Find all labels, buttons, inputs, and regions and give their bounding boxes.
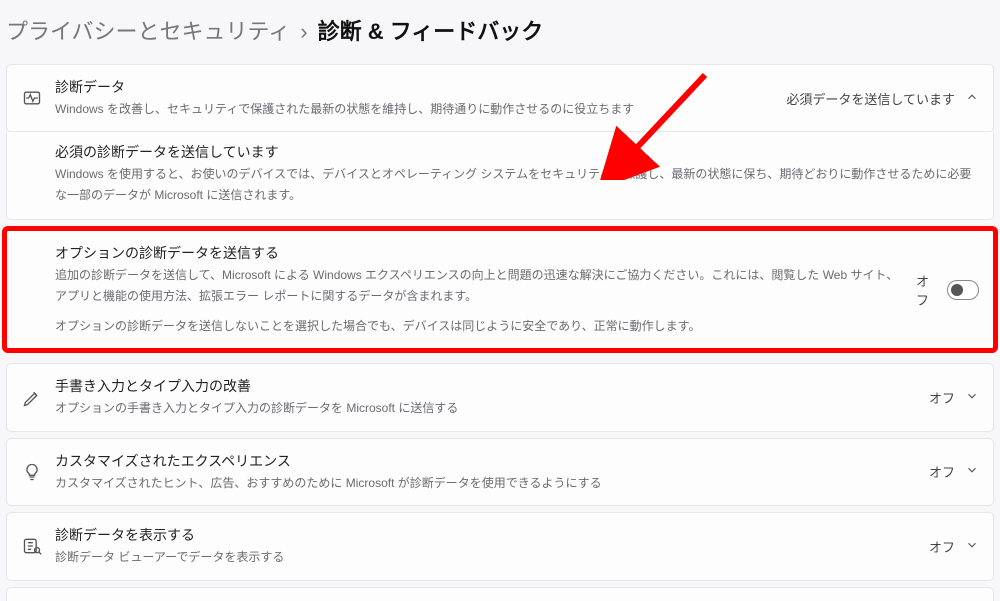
inking-title: 手書き入力とタイプ入力の改善 — [55, 376, 917, 396]
diag-title: 診断データ — [55, 77, 774, 97]
panel-required-data: 必須の診断データを送信しています Windows を使用すると、お使いのデバイス… — [6, 132, 994, 220]
optional-title: オプションの診断データを送信する — [55, 243, 904, 263]
data-view-icon — [21, 536, 43, 556]
inking-state: オフ — [929, 388, 955, 407]
chevron-down-icon[interactable] — [965, 389, 979, 406]
breadcrumb-parent[interactable]: プライバシーとセキュリティ — [6, 14, 290, 46]
breadcrumb: プライバシーとセキュリティ › 診断 & フィードバック — [0, 0, 1000, 64]
panel-optional-data[interactable]: オプションの診断データを送信する 追加の診断データを送信して、Microsoft… — [7, 231, 993, 348]
chevron-up-icon[interactable] — [965, 90, 979, 107]
page-title: 診断 & フィードバック — [318, 14, 544, 46]
diag-status: 必須データを送信しています — [786, 89, 955, 108]
view-title: 診断データを表示する — [55, 525, 917, 545]
chevron-down-icon[interactable] — [965, 538, 979, 555]
highlight-optional: オプションの診断データを送信する 追加の診断データを送信して、Microsoft… — [2, 226, 998, 353]
required-desc: Windows を使用すると、お使いのデバイスでは、デバイスとオペレーティング … — [55, 164, 979, 205]
optional-toggle[interactable] — [947, 280, 979, 300]
required-title: 必須の診断データを送信しています — [55, 142, 979, 162]
view-state: オフ — [929, 537, 955, 556]
lightbulb-icon — [21, 462, 43, 482]
breadcrumb-separator: › — [300, 19, 307, 45]
chevron-down-icon[interactable] — [965, 463, 979, 480]
optional-state: オフ — [916, 271, 937, 309]
pen-icon — [21, 388, 43, 408]
tailored-desc: カスタマイズされたヒント、広告、おすすめのために Microsoft が診断デー… — [55, 473, 917, 493]
inking-desc: オプションの手書き入力とタイプ入力の診断データを Microsoft に送信する — [55, 398, 917, 418]
heartbeat-icon — [21, 88, 43, 108]
panel-diagnostic-data[interactable]: 診断データ Windows を改善し、セキュリティで保護された最新の状態を維持し… — [6, 64, 994, 132]
view-desc: 診断データ ビューアーでデータを表示する — [55, 547, 917, 567]
tailored-title: カスタマイズされたエクスペリエンス — [55, 451, 917, 471]
panel-inking[interactable]: 手書き入力とタイプ入力の改善 オプションの手書き入力とタイプ入力の診断データを … — [6, 363, 994, 431]
panel-view-data[interactable]: 診断データを表示する 診断データ ビューアーでデータを表示する オフ — [6, 512, 994, 580]
optional-desc2: オプションの診断データを送信しないことを選択した場合でも、デバイスは同じように安… — [55, 316, 904, 336]
diag-desc: Windows を改善し、セキュリティで保護された最新の状態を維持し、期待通りに… — [55, 99, 774, 119]
tailored-state: オフ — [929, 462, 955, 481]
panel-delete-data[interactable]: 診断データの削除 Microsoft によって収集された、このデバイスに関する診… — [6, 587, 994, 601]
optional-desc1: 追加の診断データを送信して、Microsoft による Windows エクスペ… — [55, 265, 904, 306]
panel-tailored[interactable]: カスタマイズされたエクスペリエンス カスタマイズされたヒント、広告、おすすめのた… — [6, 438, 994, 506]
